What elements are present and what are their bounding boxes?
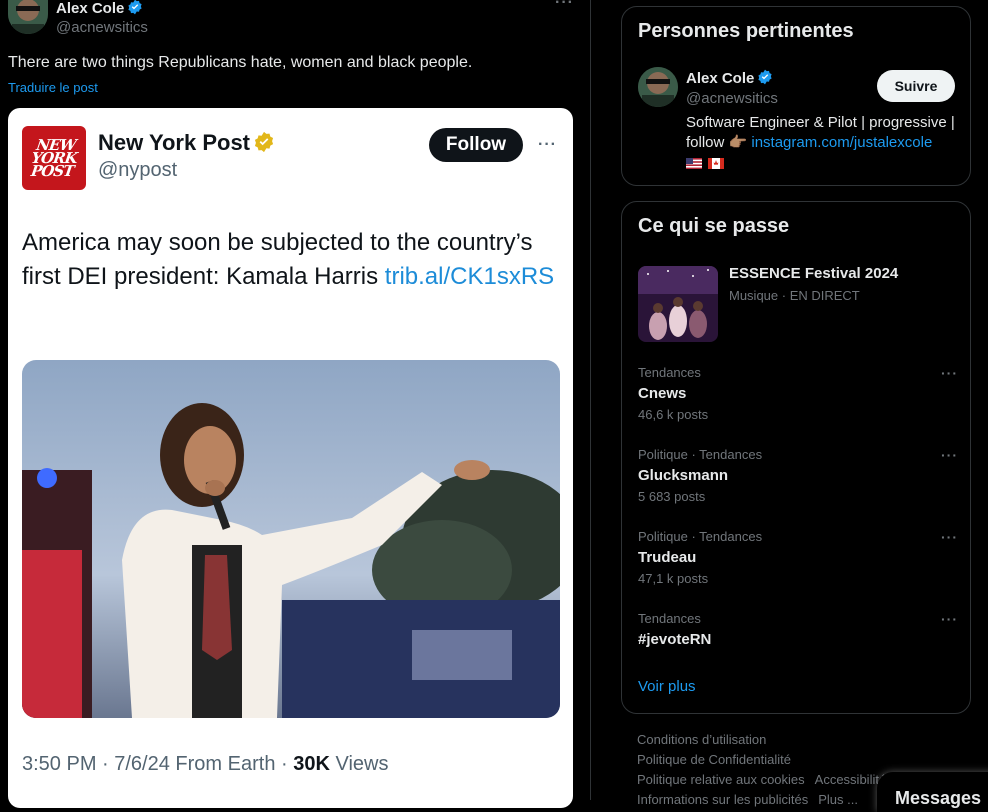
- embedded-more-icon[interactable]: ···: [538, 136, 557, 154]
- post-text: There are two things Republicans hate, w…: [8, 54, 473, 71]
- footer-link[interactable]: Politique relative aux cookies: [637, 772, 805, 787]
- bio-flags: [686, 155, 730, 173]
- trend-count: 46,6 k posts: [638, 407, 709, 422]
- embedded-author-name: New York Post: [98, 130, 275, 156]
- relevant-people-box: Personnes pertinentes Alex Cole @acnewsi…: [621, 6, 971, 186]
- embedded-post-meta: 3:50 PM · 7/6/24 From Earth · 30K Views: [22, 753, 389, 775]
- author-avatar[interactable]: [8, 0, 48, 34]
- event-thumbnail[interactable]: [638, 266, 718, 342]
- embedded-post-link[interactable]: trib.al/CK1sxRS: [385, 263, 554, 290]
- trend-category: Tendances: [638, 365, 701, 380]
- us-flag-icon: [686, 158, 702, 170]
- trend-name: Trudeau: [638, 549, 697, 566]
- canada-flag-icon: [708, 158, 724, 170]
- trend-category: Tendances: [638, 611, 701, 626]
- embedded-post-photo[interactable]: [22, 360, 560, 718]
- main-column: Alex Cole @acnewsitics ··· There are two…: [0, 0, 591, 808]
- trend-item[interactable]: Politique · Tendances Glucksmann 5 683 p…: [638, 447, 958, 504]
- whats-happening-title: Ce qui se passe: [638, 215, 790, 237]
- trend-more-icon[interactable]: ···: [941, 529, 958, 545]
- messages-drawer[interactable]: Messages: [877, 772, 988, 812]
- translate-link[interactable]: Traduire le post: [8, 80, 98, 95]
- trend-name: Cnews: [638, 385, 687, 402]
- nypost-logo: NEW YORK POST: [22, 126, 86, 190]
- trend-item[interactable]: Tendances #jevoteRN ···: [638, 611, 958, 648]
- bio-link[interactable]: instagram.com/justalexcole: [751, 134, 932, 151]
- trend-more-icon[interactable]: ···: [941, 365, 958, 381]
- author-name[interactable]: Alex Cole: [56, 0, 143, 17]
- event-title[interactable]: ESSENCE Festival 2024: [729, 265, 898, 282]
- event-subtitle: Musique · EN DIRECT: [729, 288, 860, 303]
- trend-more-icon[interactable]: ···: [941, 447, 958, 463]
- embedded-author-handle: @nypost: [98, 159, 178, 181]
- relevant-bio: Software Engineer & Pilot | progressive …: [686, 114, 955, 151]
- suivre-button[interactable]: Suivre: [877, 70, 955, 102]
- footer-link[interactable]: Accessibilité: [815, 772, 887, 787]
- verified-gold-badge-icon: [254, 131, 274, 153]
- more-horizontal-icon[interactable]: ···: [555, 0, 574, 12]
- see-more-link[interactable]: Voir plus: [638, 678, 696, 695]
- embedded-post-text: America may soon be subjected to the cou…: [22, 229, 555, 290]
- messages-label: Messages: [895, 788, 982, 808]
- trend-name: #jevoteRN: [638, 631, 712, 648]
- trend-category: Politique · Tendances: [638, 447, 763, 462]
- trend-count: 5 683 posts: [638, 489, 706, 504]
- whats-happening-box: Ce qui se passe ESSENCE Festival 2024 Mu…: [621, 201, 971, 714]
- trend-category: Politique · Tendances: [638, 529, 763, 544]
- relevant-name[interactable]: Alex Cole: [686, 69, 773, 87]
- verified-badge-icon: [128, 0, 142, 15]
- footer-link[interactable]: Conditions d’utilisation: [637, 732, 766, 747]
- trend-count: 47,1 k posts: [638, 571, 709, 586]
- trend-more-icon[interactable]: ···: [941, 611, 958, 627]
- trend-name: Glucksmann: [638, 467, 729, 484]
- trend-item[interactable]: Politique · Tendances Trudeau 47,1 k pos…: [638, 529, 958, 586]
- trend-item[interactable]: Tendances Cnews 46,6 k posts ···: [638, 365, 958, 422]
- relevant-avatar[interactable]: [638, 67, 678, 107]
- author-handle[interactable]: @acnewsitics: [56, 19, 148, 36]
- footer-link[interactable]: Politique de Confidentialité: [637, 752, 791, 767]
- follow-button[interactable]: Follow: [429, 128, 523, 162]
- verified-badge-icon: [758, 69, 772, 85]
- relevant-handle[interactable]: @acnewsitics: [686, 90, 778, 107]
- relevant-people-title: Personnes pertinentes: [638, 20, 854, 42]
- embedded-post-card[interactable]: NEW YORK POST New York Post @nypost Foll…: [8, 108, 573, 808]
